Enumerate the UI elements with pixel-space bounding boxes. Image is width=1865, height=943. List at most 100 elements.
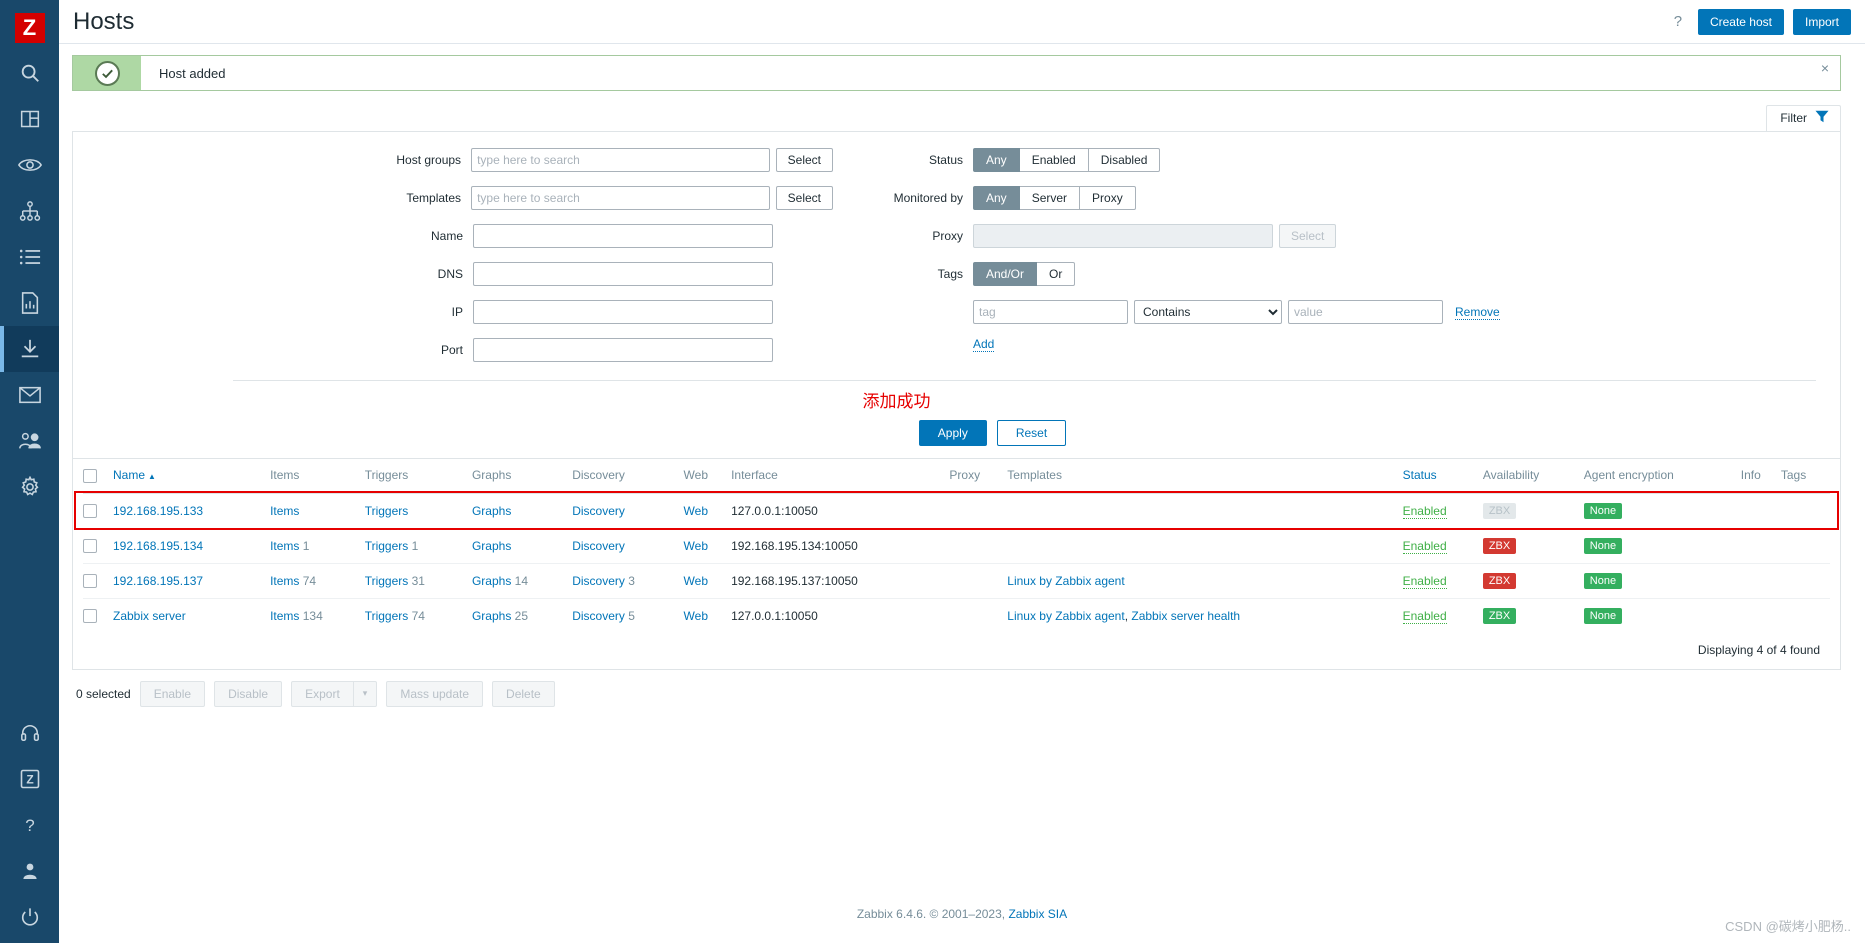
close-icon[interactable]: × <box>1810 56 1840 90</box>
network-map-icon[interactable] <box>0 188 59 234</box>
template-link[interactable]: Linux by Zabbix agent <box>1007 574 1124 588</box>
availability-badge[interactable]: ZBX <box>1482 502 1517 519</box>
enable-button[interactable]: Enable <box>139 680 206 707</box>
triggers-link[interactable]: Triggers <box>365 609 409 623</box>
tag-add-link[interactable]: Add <box>973 337 995 352</box>
export-button[interactable]: Export <box>291 680 354 707</box>
discovery-link[interactable]: Discovery <box>572 504 625 518</box>
items-link[interactable]: Items <box>270 504 299 518</box>
tag-remove-link[interactable]: Remove <box>1455 305 1500 320</box>
success-icon-box <box>73 56 141 90</box>
discovery-link[interactable]: Discovery <box>572 574 625 588</box>
user-profile-icon[interactable] <box>0 851 59 897</box>
help-question-icon[interactable]: ? <box>1667 11 1689 33</box>
discovery-link[interactable]: Discovery <box>572 609 625 623</box>
monitoring-eye-icon[interactable] <box>0 142 59 188</box>
help-question-icon[interactable]: ? <box>0 805 59 851</box>
monitored-by-option-server[interactable]: Server <box>1019 186 1081 210</box>
web-link[interactable]: Web <box>684 504 708 518</box>
tag-operator-select[interactable]: Contains <box>1134 300 1282 324</box>
discovery-link[interactable]: Discovery <box>572 539 625 553</box>
availability-cell: ZBX <box>1482 492 1584 529</box>
row-checkbox[interactable] <box>83 539 97 554</box>
graphs-link[interactable]: Graphs <box>472 504 511 518</box>
select-all-header <box>83 459 113 494</box>
apply-button[interactable]: Apply <box>918 420 987 446</box>
data-collection-icon[interactable] <box>0 326 59 372</box>
availability-badge[interactable]: ZBX <box>1482 537 1517 554</box>
tab-filter[interactable]: Filter <box>1766 105 1841 131</box>
template-link[interactable]: Zabbix server health <box>1131 609 1240 623</box>
export-split-button[interactable]: Export ▾ <box>291 680 378 707</box>
monitored-by-option-any[interactable]: Any <box>973 186 1020 210</box>
sign-out-power-icon[interactable] <box>0 897 59 943</box>
status-option-enabled[interactable]: Enabled <box>1019 148 1089 172</box>
host-name-link[interactable]: 192.168.195.134 <box>113 539 203 553</box>
web-link[interactable]: Web <box>684 539 708 553</box>
status-badge[interactable]: Enabled <box>1402 503 1447 519</box>
reports-chart-icon[interactable] <box>0 280 59 326</box>
search-icon[interactable] <box>0 50 59 96</box>
column-header-status[interactable]: Status <box>1402 459 1483 494</box>
host-name-link[interactable]: 192.168.195.137 <box>113 574 203 588</box>
tag-value-input[interactable] <box>1288 300 1443 324</box>
host-name-link[interactable]: 192.168.195.133 <box>113 504 203 518</box>
items-link[interactable]: Items <box>270 574 299 588</box>
footer-link[interactable]: Zabbix SIA <box>1008 907 1067 921</box>
graphs-link[interactable]: Graphs <box>472 574 511 588</box>
tag-name-input[interactable] <box>973 300 1128 324</box>
row-checkbox[interactable] <box>83 574 97 589</box>
web-link[interactable]: Web <box>684 609 708 623</box>
monitored-by-segmented-control[interactable]: Any Server Proxy <box>973 186 1136 210</box>
administration-gear-icon[interactable] <box>0 464 59 510</box>
status-badge[interactable]: Enabled <box>1402 573 1447 589</box>
tags-mode-option-or[interactable]: Or <box>1037 262 1076 286</box>
host-groups-select-button[interactable]: Select <box>775 148 833 172</box>
name-input[interactable] <box>473 224 773 248</box>
select-all-checkbox[interactable] <box>83 468 97 483</box>
status-badge[interactable]: Enabled <box>1402 608 1447 624</box>
chevron-down-icon[interactable]: ▾ <box>353 680 378 707</box>
availability-badge[interactable]: ZBX <box>1482 572 1517 589</box>
web-link[interactable]: Web <box>684 574 708 588</box>
delete-button[interactable]: Delete <box>492 680 555 707</box>
triggers-link[interactable]: Triggers <box>365 574 409 588</box>
list-icon[interactable] <box>0 234 59 280</box>
templates-select-button[interactable]: Select <box>775 186 833 210</box>
tags-mode-segmented-control[interactable]: And/Or Or <box>973 262 1076 286</box>
zabbix-logo[interactable]: Z <box>0 6 59 50</box>
dns-input[interactable] <box>473 262 773 286</box>
port-input[interactable] <box>473 338 773 362</box>
row-checkbox[interactable] <box>83 609 97 624</box>
create-host-button[interactable]: Create host <box>1697 8 1784 35</box>
support-headset-icon[interactable] <box>0 713 59 759</box>
availability-badge[interactable]: ZBX <box>1482 607 1517 624</box>
dashboard-icon[interactable] <box>0 96 59 142</box>
ip-input[interactable] <box>473 300 773 324</box>
host-groups-input[interactable] <box>471 148 770 172</box>
monitored-by-option-proxy[interactable]: Proxy <box>1080 186 1136 210</box>
zabbix-integrations-icon[interactable]: Z <box>0 759 59 805</box>
graphs-link[interactable]: Graphs <box>472 609 511 623</box>
status-option-disabled[interactable]: Disabled <box>1088 148 1161 172</box>
items-link[interactable]: Items <box>270 539 299 553</box>
template-link[interactable]: Linux by Zabbix agent <box>1007 609 1124 623</box>
templates-input[interactable] <box>471 186 770 210</box>
graphs-link[interactable]: Graphs <box>472 539 511 553</box>
status-badge[interactable]: Enabled <box>1402 538 1447 554</box>
mass-update-button[interactable]: Mass update <box>386 680 484 707</box>
row-checkbox[interactable] <box>83 504 97 519</box>
row-select-cell <box>83 563 113 599</box>
reset-button[interactable]: Reset <box>996 420 1067 446</box>
status-option-any[interactable]: Any <box>973 148 1020 172</box>
users-icon[interactable] <box>0 418 59 464</box>
host-name-link[interactable]: Zabbix server <box>113 609 186 623</box>
items-link[interactable]: Items <box>270 609 299 623</box>
disable-button[interactable]: Disable <box>214 680 283 707</box>
column-header-name[interactable]: Name ▲ <box>113 459 271 494</box>
import-button[interactable]: Import <box>1792 8 1851 35</box>
triggers-link[interactable]: Triggers <box>365 504 409 518</box>
triggers-link[interactable]: Triggers <box>365 539 409 553</box>
tags-mode-option-andor[interactable]: And/Or <box>973 262 1038 286</box>
status-segmented-control[interactable]: Any Enabled Disabled <box>973 148 1161 172</box>
